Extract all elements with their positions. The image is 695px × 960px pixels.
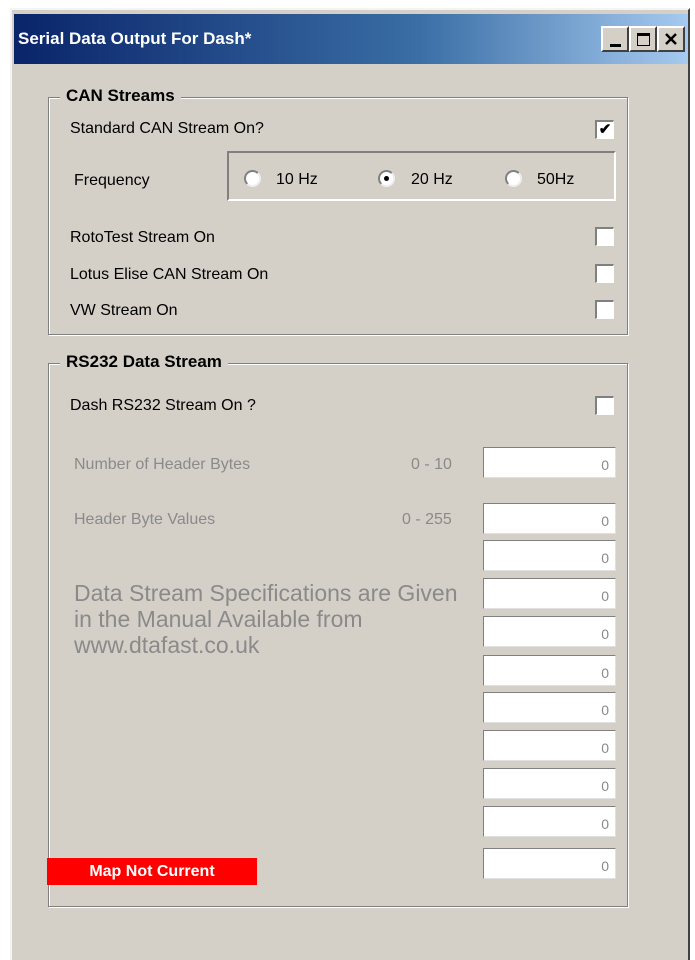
radio-20hz-label[interactable]: 20 Hz	[411, 171, 453, 189]
header-bytes-label: Number of Header Bytes	[74, 456, 251, 473]
can-streams-legend: CAN Streams	[60, 86, 181, 106]
header-value-input[interactable]: 0	[483, 692, 616, 723]
header-values-range: 0 - 255	[402, 511, 452, 528]
header-value-input[interactable]: 0	[483, 655, 616, 686]
close-button[interactable]	[657, 26, 685, 52]
rototest-checkbox[interactable]	[595, 227, 614, 246]
maximize-button[interactable]	[629, 26, 657, 52]
header-value-input[interactable]: 0	[483, 768, 616, 799]
radio-50hz[interactable]	[505, 170, 522, 187]
standard-can-label: Standard CAN Stream On?	[70, 120, 264, 137]
header-value-input[interactable]: 0	[483, 540, 616, 571]
rototest-label: RotoTest Stream On	[70, 229, 215, 246]
header-value-input[interactable]: 0	[483, 578, 616, 609]
header-bytes-input[interactable]: 0	[483, 447, 616, 478]
header-value-input[interactable]: 0	[483, 848, 616, 879]
window-title: Serial Data Output For Dash*	[18, 29, 252, 48]
radio-10hz[interactable]	[244, 170, 261, 187]
vw-stream-checkbox[interactable]	[595, 300, 614, 319]
check-mark-icon: ✔	[598, 121, 612, 138]
map-status-badge: Map Not Current	[47, 858, 257, 885]
lotus-elise-checkbox[interactable]	[595, 264, 614, 283]
header-value-input[interactable]: 0	[483, 503, 616, 534]
header-value-input[interactable]: 0	[483, 806, 616, 837]
radio-50hz-label[interactable]: 50Hz	[537, 171, 574, 189]
header-value-input[interactable]: 0	[483, 616, 616, 647]
maximize-icon	[636, 32, 650, 46]
radio-10hz-label[interactable]: 10 Hz	[276, 171, 318, 189]
header-bytes-range: 0 - 10	[411, 456, 452, 473]
vw-stream-label: VW Stream On	[70, 302, 178, 319]
standard-can-checkbox[interactable]: ✔	[595, 120, 614, 139]
dash-rs232-label: Dash RS232 Stream On ?	[70, 397, 256, 414]
dash-rs232-checkbox[interactable]	[595, 396, 614, 415]
title-bar[interactable]: Serial Data Output For Dash*	[14, 14, 688, 64]
minimize-icon	[609, 43, 621, 47]
minimize-button[interactable]	[601, 26, 629, 52]
close-icon	[665, 33, 677, 45]
header-value-input[interactable]: 0	[483, 730, 616, 761]
rs232-legend: RS232 Data Stream	[60, 352, 228, 372]
lotus-elise-label: Lotus Elise CAN Stream On	[70, 266, 269, 283]
header-values-label: Header Byte Values	[74, 511, 216, 528]
radio-selected-dot	[384, 176, 389, 181]
spec-info-text: Data Stream Specifications are Given in …	[74, 580, 458, 658]
radio-20hz[interactable]	[378, 170, 395, 187]
frequency-label: Frequency	[74, 172, 150, 189]
